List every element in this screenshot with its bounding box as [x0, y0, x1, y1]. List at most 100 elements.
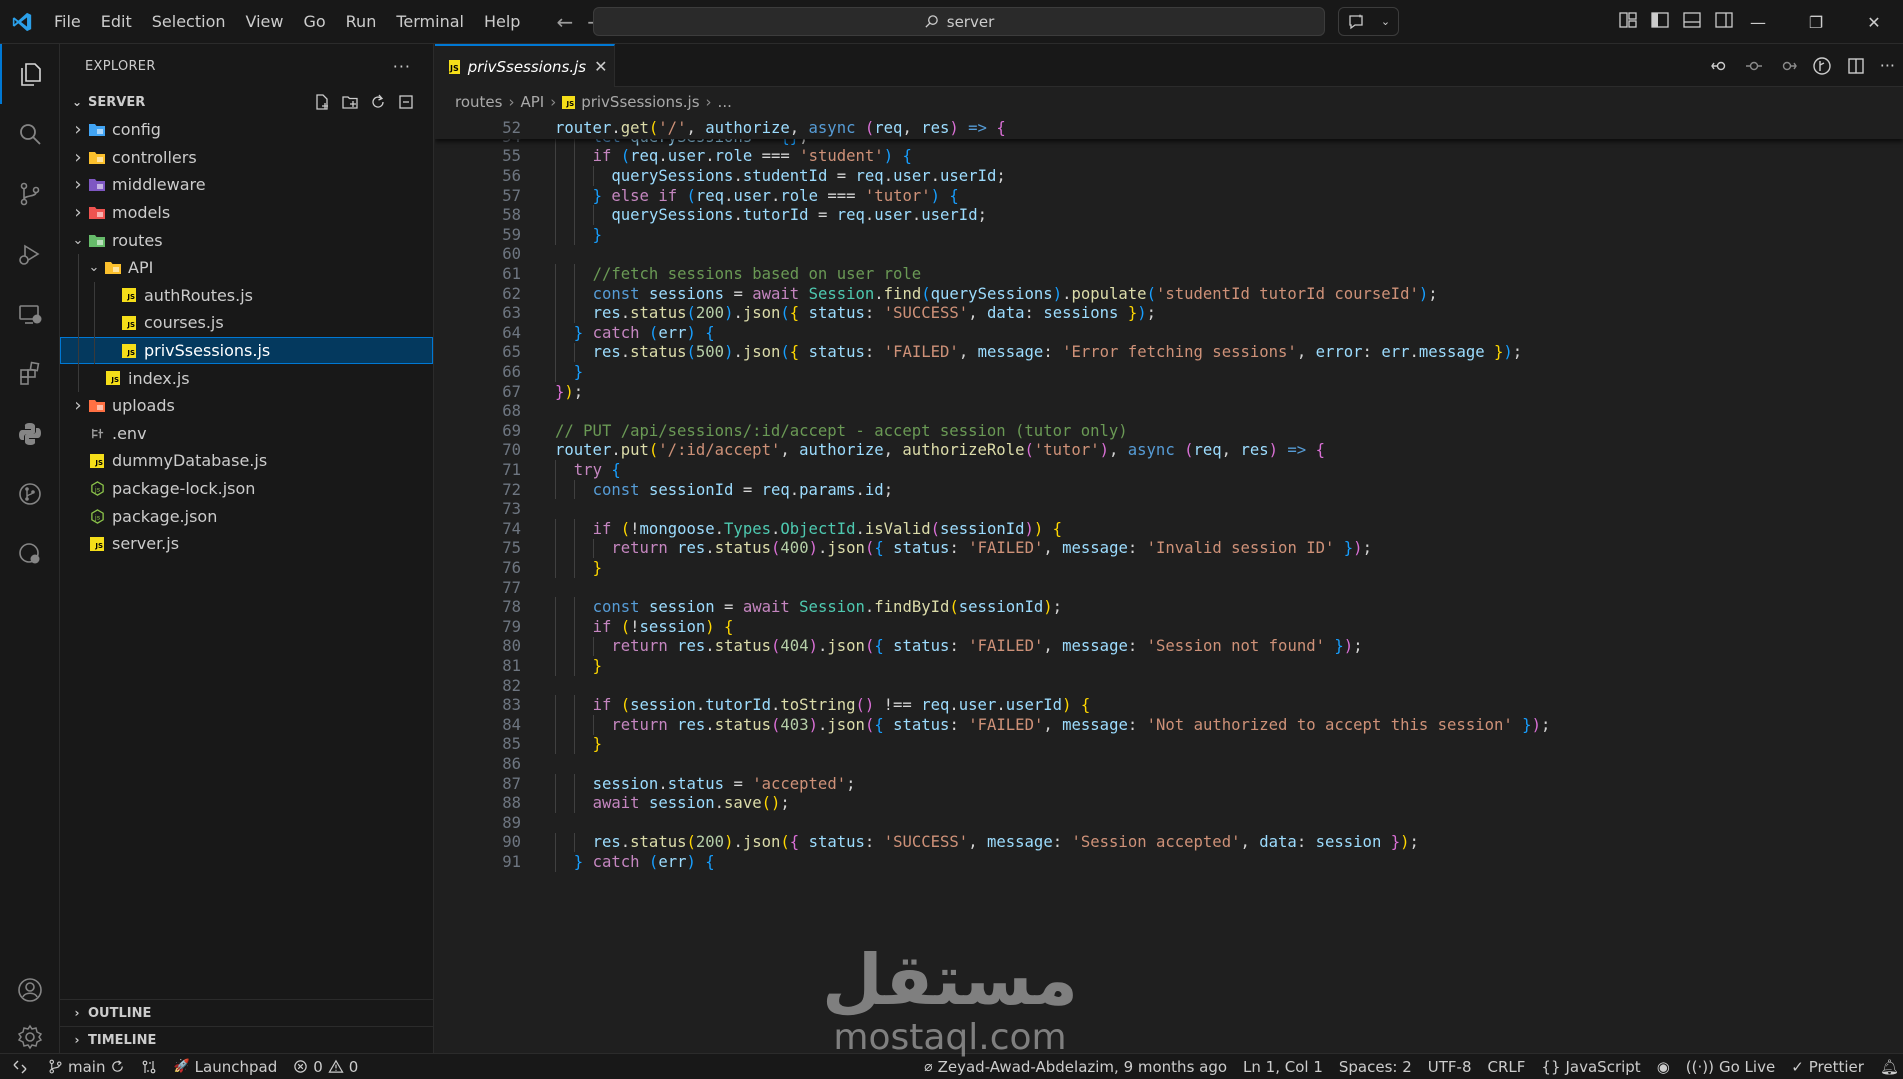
restore-icon[interactable]: ❐ [1787, 0, 1845, 44]
branch-indicator[interactable]: main [40, 1058, 133, 1076]
code-line[interactable]: 66} [435, 362, 1903, 382]
menu-selection[interactable]: Selection [142, 12, 236, 31]
eol-status[interactable]: CRLF [1480, 1058, 1534, 1076]
breadcrumb-file[interactable]: privSsessions.js [581, 93, 699, 111]
more-actions-icon[interactable]: ··· [393, 57, 411, 76]
accounts-icon[interactable] [0, 960, 60, 1020]
previous-change-icon[interactable] [1744, 56, 1764, 76]
code-line[interactable]: 69 // PUT /api/sessions/:id/accept - acce… [435, 421, 1903, 441]
code-line[interactable]: 71 try { [435, 460, 1903, 480]
menu-view[interactable]: View [236, 12, 294, 31]
menu-run[interactable]: Run [336, 12, 387, 31]
tree-item[interactable]: JS courses.js [60, 309, 433, 337]
notifications-bell-icon[interactable]: 🔔︎ [1872, 1058, 1903, 1076]
more-actions-icon[interactable]: ··· [1880, 56, 1895, 75]
code-line[interactable]: 77 [435, 578, 1903, 598]
code-line[interactable]: 81} [435, 656, 1903, 676]
code-line[interactable]: 74 if (!mongoose.Types.ObjectId.isValid(s… [435, 519, 1903, 539]
code-line[interactable]: 87 session.status = 'accepted'; [435, 773, 1903, 794]
code-line[interactable]: 89 [435, 813, 1903, 833]
tree-item[interactable]: › middleware [60, 171, 433, 199]
code-line[interactable]: 90 res.status(200).json({ status: 'SUCCES… [435, 832, 1903, 853]
code-line[interactable]: 78 const session = await Session.findById… [435, 597, 1903, 617]
code-line[interactable]: 63 res.status(200).json({ status: 'SUCCES… [435, 303, 1903, 323]
refresh-icon[interactable] [369, 93, 387, 111]
open-changes-icon[interactable] [1710, 56, 1730, 76]
new-file-icon[interactable] [313, 93, 331, 111]
menu-edit[interactable]: Edit [91, 12, 142, 31]
tree-item[interactable]: js package-lock.json [60, 475, 433, 503]
tree-item[interactable]: JS privSsessions.js [60, 336, 433, 365]
split-editor-icon[interactable] [1846, 56, 1866, 76]
git-graph-icon[interactable] [0, 464, 60, 524]
breadcrumb-symbol[interactable]: ... [718, 93, 732, 111]
remote-indicator[interactable] [0, 1059, 40, 1075]
code-line[interactable]: 84 return res.status(403).json({ status: … [435, 715, 1903, 735]
code-line[interactable]: 85} [435, 734, 1903, 755]
tree-item[interactable]: › uploads [60, 392, 433, 420]
git-graph-status[interactable] [133, 1059, 165, 1075]
git-blame-status[interactable]: ⌀ Zeyad-Awad-Abdelazim, 9 months ago [916, 1058, 1235, 1076]
tab-privssessions[interactable]: JS privSsessions.js ✕ [435, 44, 615, 87]
tree-item[interactable]: js package.json [60, 502, 433, 530]
code-line[interactable]: 73 [435, 499, 1903, 519]
tree-item[interactable]: JS server.js [60, 530, 433, 558]
docker-search-icon[interactable] [0, 524, 60, 584]
tree-item[interactable]: ⌄ routes [60, 226, 433, 254]
close-window-icon[interactable]: ✕ [1845, 0, 1903, 44]
toggle-panel-icon[interactable] [1682, 10, 1702, 30]
code-line[interactable]: 72 const sessionId = req.params.id; [435, 479, 1903, 500]
source-control-icon[interactable] [0, 164, 60, 224]
copilot-chat-button[interactable]: ⌄ [1338, 7, 1399, 36]
code-line[interactable]: 70 router.put('/:id/accept', authorize, a… [435, 441, 1903, 461]
search-icon[interactable] [0, 104, 60, 164]
toggle-primary-sidebar-icon[interactable] [1650, 10, 1670, 30]
code-line[interactable]: 86 [435, 754, 1903, 774]
menu-help[interactable]: Help [474, 12, 530, 31]
collapse-all-icon[interactable] [397, 93, 415, 111]
back-arrow-icon[interactable]: ← [556, 10, 573, 34]
code-line[interactable]: 68 [435, 401, 1903, 421]
code-line[interactable]: 55 if (req.user.role === 'student') { [435, 146, 1903, 167]
menu-go[interactable]: Go [293, 12, 335, 31]
code-line[interactable]: 75 return res.status(400).json({ status: … [435, 538, 1903, 559]
tree-item[interactable]: ⌄ API [60, 253, 433, 282]
go-live-button[interactable]: ((·)) Go Live [1678, 1058, 1783, 1076]
git-graph-view-icon[interactable] [1812, 56, 1832, 76]
code-line[interactable]: 80 return res.status(404).json({ status: … [435, 636, 1903, 657]
settings-gear-icon[interactable] [0, 1020, 60, 1053]
code-line[interactable]: 57} else if (req.user.role === 'tutor') … [435, 185, 1903, 206]
outline-section[interactable]: › OUTLINE [60, 999, 433, 1026]
tree-item[interactable]: › models [60, 199, 433, 227]
code-line[interactable]: 79 if (!session) { [435, 617, 1903, 637]
code-line[interactable]: 67}); [435, 382, 1903, 402]
run-debug-icon[interactable] [0, 224, 60, 284]
tree-item[interactable]: JS authRoutes.js [60, 281, 433, 310]
code-line[interactable]: 91} catch (err) { [435, 852, 1903, 872]
minimize-icon[interactable]: — [1729, 0, 1787, 44]
tree-item[interactable]: .env [60, 420, 433, 448]
code-line[interactable]: 83 if (session.tutorId.toString() !== req… [435, 695, 1903, 715]
sync-icon[interactable] [110, 1059, 125, 1074]
encoding-status[interactable]: UTF-8 [1420, 1058, 1480, 1076]
indentation-status[interactable]: Spaces: 2 [1331, 1058, 1420, 1076]
cursor-position[interactable]: Ln 1, Col 1 [1235, 1058, 1331, 1076]
breadcrumb-routes[interactable]: routes [455, 93, 502, 111]
breadcrumb-api[interactable]: API [520, 93, 544, 111]
code-line[interactable]: 82 [435, 676, 1903, 696]
command-center-search[interactable]: server [593, 7, 1325, 36]
customize-layout-icon[interactable] [1618, 10, 1638, 30]
prettier-status[interactable]: ✓ Prettier [1783, 1058, 1872, 1076]
menu-terminal[interactable]: Terminal [386, 12, 474, 31]
menu-file[interactable]: File [44, 12, 91, 31]
code-line[interactable]: 64} catch (err) { [435, 323, 1903, 343]
code-editor[interactable]: 52 router.get('/', authorize, async (req… [435, 116, 1903, 1053]
tree-item[interactable]: JS index.js [60, 364, 433, 392]
problems-status[interactable]: 0 0 [285, 1058, 366, 1076]
tree-item[interactable]: JS dummyDatabase.js [60, 447, 433, 475]
sticky-scroll-line[interactable]: 52 router.get('/', authorize, async (req… [435, 116, 1903, 139]
code-line[interactable]: 76} [435, 558, 1903, 578]
workspace-root-header[interactable]: ⌄ SERVER [60, 88, 433, 116]
python-icon[interactable] [0, 404, 60, 464]
copilot-status[interactable]: ◉ [1649, 1058, 1678, 1076]
